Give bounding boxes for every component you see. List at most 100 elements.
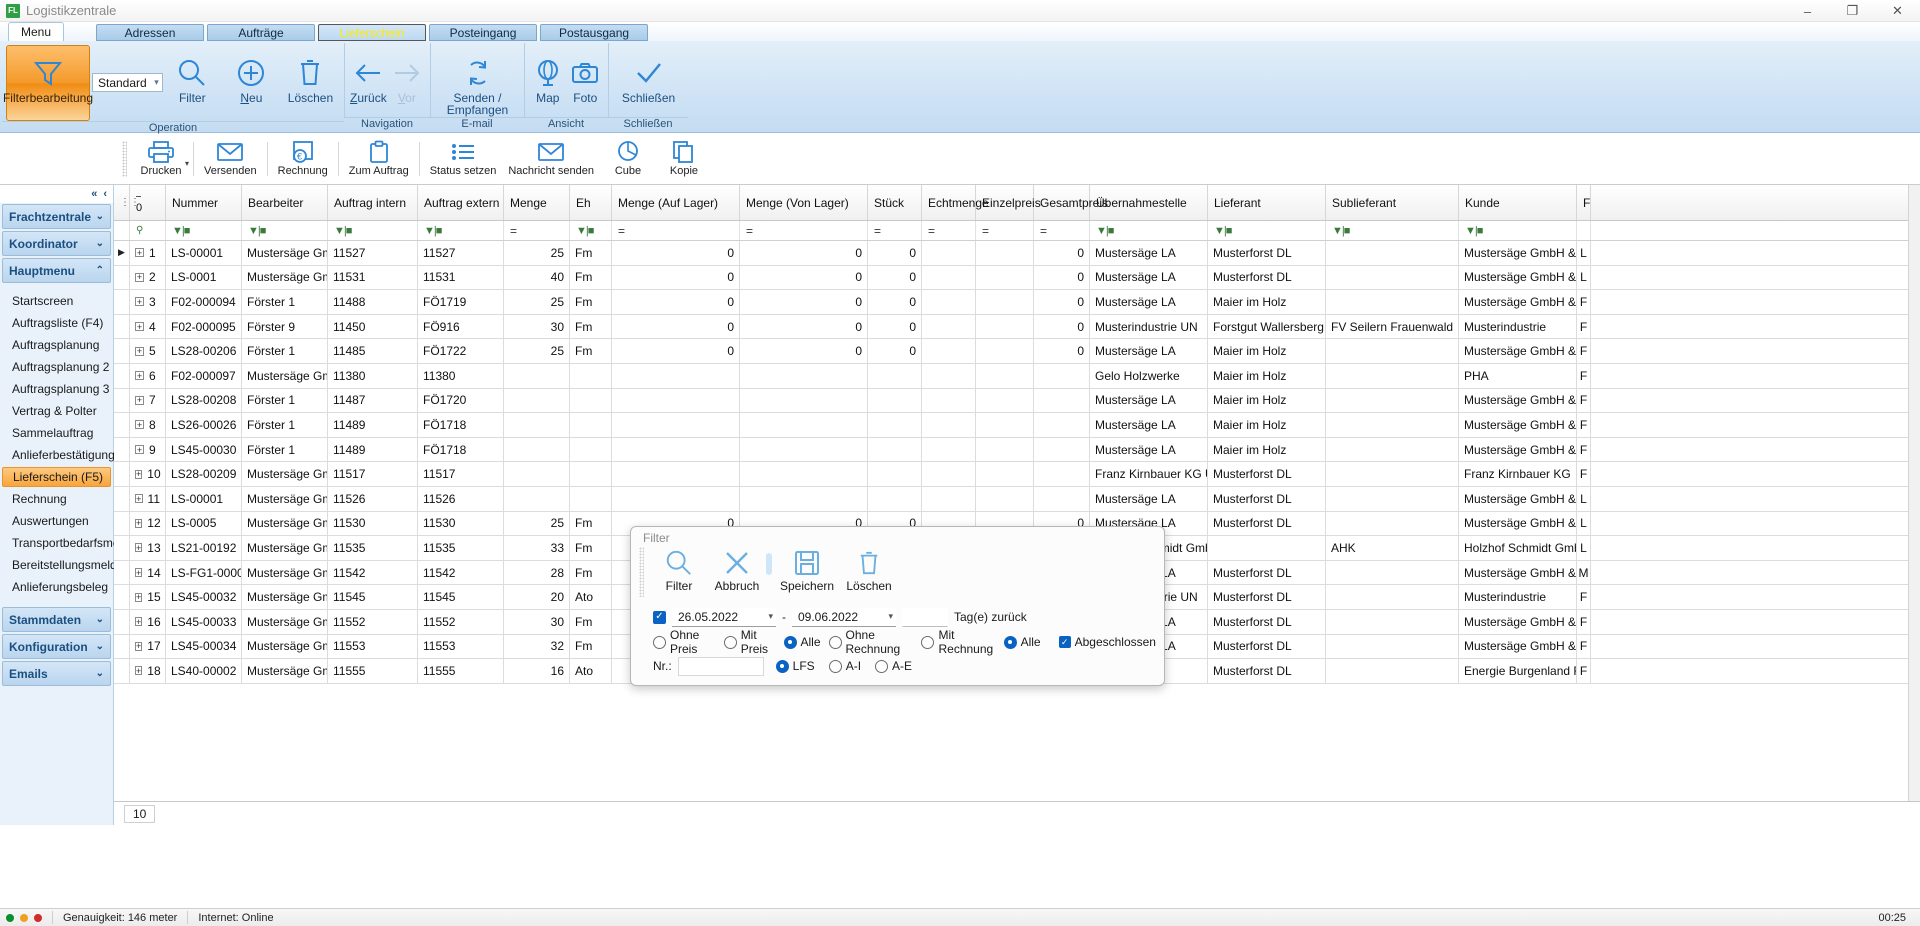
radio-lfs[interactable]: LFS bbox=[776, 659, 815, 673]
sidebar-item-transportbedarfsmeldung[interactable]: Transportbedarfsmeldung bbox=[2, 533, 111, 553]
grid-filter-cell-kunde[interactable]: ▼|■ bbox=[1459, 221, 1577, 240]
row-expander-icon[interactable]: + bbox=[135, 248, 144, 257]
grid-filter-cell-echtmenge[interactable]: = bbox=[922, 221, 976, 240]
grid-column-header-expander[interactable]: ⋮⋮ bbox=[114, 185, 130, 220]
neu-button[interactable]: Neu bbox=[222, 45, 281, 117]
filterbearbeitung-button[interactable]: Filterbearbeitung bbox=[6, 45, 90, 121]
table-row[interactable]: +4F02-000095Förster 911450FÖ91630Fm0000M… bbox=[114, 315, 1920, 340]
table-row[interactable]: +6F02-000097Mustersäge GmbH1138011380Gel… bbox=[114, 364, 1920, 389]
sidebar-item-anlieferbestaetigung[interactable]: Anlieferbestätigung bbox=[2, 445, 111, 465]
toolbar-grip[interactable] bbox=[122, 141, 127, 177]
grid-column-header-kunde[interactable]: Kunde bbox=[1459, 185, 1577, 220]
grid-column-header-eh[interactable]: Eh bbox=[570, 185, 612, 220]
grid-column-header-menge_von_lager[interactable]: Menge (Von Lager) bbox=[740, 185, 868, 220]
senden-empfangen-button[interactable]: Senden / Empfangen bbox=[435, 45, 520, 117]
sidebar-group-emails[interactable]: Emails ⌄ bbox=[2, 661, 111, 686]
drucken-button[interactable]: Drucken bbox=[133, 136, 189, 182]
sidebar-item-auftragsplanung[interactable]: Auftragsplanung bbox=[2, 335, 111, 355]
schliessen-button[interactable]: Schließen bbox=[613, 45, 684, 117]
row-expander-icon[interactable]: + bbox=[135, 273, 144, 282]
grid-column-header-gesamtpreis[interactable]: Gesamtpreis bbox=[1034, 185, 1090, 220]
grid-column-header-lieferant[interactable]: Lieferant bbox=[1208, 185, 1326, 220]
row-expander-icon[interactable]: + bbox=[135, 593, 142, 602]
grid-filter-cell-auftrag_extern[interactable]: ▼|■ bbox=[418, 221, 504, 240]
days-back-input[interactable] bbox=[902, 608, 948, 627]
sidebar-group-koordinator[interactable]: Koordinator ⌄ bbox=[2, 231, 111, 256]
grid-column-header-bearbeiter[interactable]: Bearbeiter bbox=[242, 185, 328, 220]
radio-a-e[interactable]: A-E bbox=[875, 659, 912, 673]
tab-auftraege[interactable]: Aufträge bbox=[207, 24, 315, 41]
tab-adressen[interactable]: Adressen bbox=[96, 24, 204, 41]
minimize-button[interactable]: – bbox=[1785, 0, 1830, 22]
grid-column-header-einzelpreis[interactable]: Einzelpreis bbox=[976, 185, 1034, 220]
grid-column-header-menge[interactable]: Menge bbox=[504, 185, 570, 220]
sidebar-item-startscreen[interactable]: Startscreen bbox=[2, 291, 111, 311]
table-row[interactable]: +5LS28-00206Förster 111485FÖ172225Fm0000… bbox=[114, 339, 1920, 364]
grid-column-header-menge_auf_lager[interactable]: Menge (Auf Lager) bbox=[612, 185, 740, 220]
radio-ohne-preis[interactable]: Ohne Preis bbox=[653, 628, 716, 656]
row-expander-icon[interactable]: + bbox=[135, 519, 142, 528]
dialog-filter-button[interactable]: Filter bbox=[650, 547, 708, 599]
cube-button[interactable]: Cube bbox=[600, 136, 656, 182]
table-row[interactable]: +11LS-00001Mustersäge GmbH1152611526Must… bbox=[114, 487, 1920, 512]
grid-column-header-auftrag_extern[interactable]: Auftrag extern bbox=[418, 185, 504, 220]
sidebar-item-rechnung[interactable]: Rechnung bbox=[2, 489, 111, 509]
sidebar-item-bereitstellungsmeldung[interactable]: Bereitstellungsmeldung bbox=[2, 555, 111, 575]
radio-mit-preis[interactable]: Mit Preis bbox=[724, 628, 776, 656]
tab-postausgang[interactable]: Postausgang bbox=[540, 24, 648, 41]
collapse-all-icon[interactable]: « bbox=[91, 188, 97, 200]
row-expander-icon[interactable]: + bbox=[135, 297, 144, 306]
grid-filter-cell-stueck[interactable]: = bbox=[868, 221, 922, 240]
grid-vertical-scrollbar[interactable] bbox=[1908, 185, 1920, 825]
tab-posteingang[interactable]: Posteingang bbox=[429, 24, 537, 41]
grid-filter-cell-nummer[interactable]: ▼|■ bbox=[166, 221, 242, 240]
grid-filter-cell-menge_auf_lager[interactable]: = bbox=[612, 221, 740, 240]
loeschen-button[interactable]: Löschen bbox=[281, 45, 340, 117]
dialog-abbruch-button[interactable]: Abbruch bbox=[708, 547, 766, 599]
grid-filter-cell-uebernahmestelle[interactable]: ▼|■ bbox=[1090, 221, 1208, 240]
zum-auftrag-button[interactable]: Zum Auftrag bbox=[343, 136, 415, 182]
vor-button[interactable]: Vor bbox=[388, 45, 426, 117]
rechnung-button[interactable]: € Rechnung bbox=[272, 136, 334, 182]
table-row[interactable]: +3F02-000094Förster 111488FÖ171925Fm0000… bbox=[114, 290, 1920, 315]
table-row[interactable]: ▶+1LS-00001Mustersäge GmbH115271152725Fm… bbox=[114, 241, 1920, 266]
collapse-one-icon[interactable]: ‹ bbox=[103, 188, 107, 200]
grid-column-header-f[interactable]: F bbox=[1577, 185, 1591, 220]
filter-preset-select[interactable]: Standard ▾ bbox=[92, 73, 163, 92]
sidebar-group-hauptmenu[interactable]: Hauptmenu ⌃ bbox=[2, 258, 111, 283]
row-expander-icon[interactable]: + bbox=[135, 617, 142, 626]
row-expander-icon[interactable]: + bbox=[135, 470, 142, 479]
radio-ohne-rechnung[interactable]: Ohne Rechnung bbox=[829, 628, 914, 656]
row-expander-icon[interactable]: + bbox=[135, 445, 144, 454]
foto-button[interactable]: Foto bbox=[567, 45, 605, 117]
nr-input[interactable] bbox=[678, 657, 764, 676]
grid-column-header-auftrag_intern[interactable]: Auftrag intern bbox=[328, 185, 418, 220]
row-expander-icon[interactable]: + bbox=[135, 347, 144, 356]
date-to-field[interactable]: 09.06.2022 ▾ bbox=[792, 608, 896, 627]
row-expander-icon[interactable]: + bbox=[135, 666, 142, 675]
sidebar-group-konfiguration[interactable]: Konfiguration ⌄ bbox=[2, 634, 111, 659]
grid-filter-cell-bearbeiter[interactable]: ▼|■ bbox=[242, 221, 328, 240]
close-button[interactable]: ✕ bbox=[1875, 0, 1920, 22]
grid-filter-cell-lieferant[interactable]: ▼|■ bbox=[1208, 221, 1326, 240]
grid-column-header-stueck[interactable]: Stück bbox=[868, 185, 922, 220]
sidebar-group-stammdaten[interactable]: Stammdaten ⌄ bbox=[2, 607, 111, 632]
table-row[interactable]: +2LS-0001Mustersäge GmbH115311153140Fm00… bbox=[114, 266, 1920, 291]
radio-a-i[interactable]: A-I bbox=[829, 659, 861, 673]
grid-filter-cell-eh[interactable]: ▼|■ bbox=[570, 221, 612, 240]
grid-filter-cell-expander[interactable] bbox=[114, 221, 130, 240]
tab-lieferschein[interactable]: Lieferschein bbox=[318, 24, 426, 41]
dialog-toolbar-grip[interactable] bbox=[639, 547, 644, 597]
table-row[interactable]: +8LS26-00026Förster 111489FÖ1718Mustersä… bbox=[114, 413, 1920, 438]
sidebar-item-auftragsliste[interactable]: Auftragsliste (F4) bbox=[2, 313, 111, 333]
maximize-button[interactable]: ❐ bbox=[1830, 0, 1875, 22]
row-expander-icon[interactable]: + bbox=[135, 543, 142, 552]
row-expander-icon[interactable]: + bbox=[135, 420, 144, 429]
grid-column-header-sublieferant[interactable]: Sublieferant bbox=[1326, 185, 1459, 220]
table-row[interactable]: +9LS45-00030Förster 111489FÖ1718Mustersä… bbox=[114, 438, 1920, 463]
grid-filter-cell-menge_von_lager[interactable]: = bbox=[740, 221, 868, 240]
row-expander-icon[interactable]: + bbox=[135, 322, 144, 331]
radio-mit-rechnung[interactable]: Mit Rechnung bbox=[921, 628, 995, 656]
row-expander-icon[interactable]: + bbox=[135, 371, 144, 380]
zurueck-button[interactable]: Zurück bbox=[349, 45, 388, 117]
